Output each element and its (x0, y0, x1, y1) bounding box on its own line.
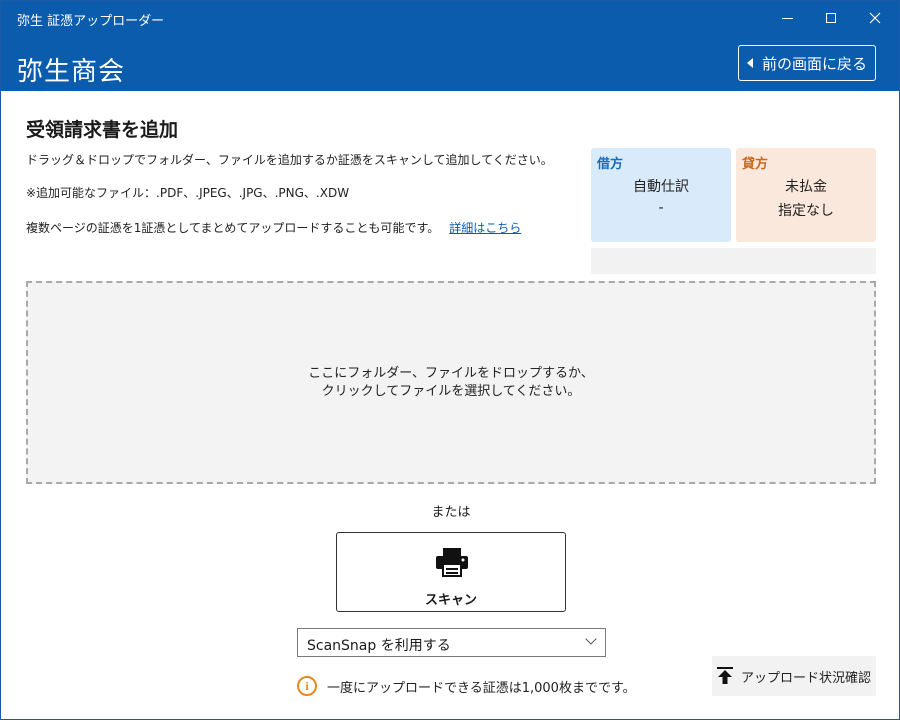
credit-subvalue: 指定なし (778, 203, 834, 219)
maximize-icon (826, 13, 836, 23)
description-line: ドラッグ＆ドロップでフォルダー、ファイルを追加するか証憑をスキャンして追加してく… (26, 153, 553, 167)
summary-strip (591, 248, 876, 274)
debit-label: 借方 (597, 157, 624, 172)
debit-subvalue: - (658, 200, 664, 216)
allowed-files-note: ※追加可能なファイル：.PDF、.JPEG、.JPG、.PNG、.XDW (26, 186, 350, 200)
credit-card: 貸方 未払金 指定なし (736, 148, 876, 242)
info-icon: i (297, 676, 317, 696)
header-bar: 弥生商会 前の画面に戻る (1, 35, 899, 91)
chevron-left-icon (746, 58, 753, 68)
credit-value: 未払金 (785, 179, 827, 195)
file-drop-zone[interactable]: ここにフォルダー、ファイルをドロップするか、 クリックしてファイルを選択してくだ… (26, 281, 876, 484)
scanner-select-value: ScanSnap を利用する (307, 638, 451, 654)
maximize-button[interactable] (809, 1, 853, 35)
minimize-button[interactable] (765, 1, 809, 35)
title-bar: 弥生 証憑アップローダー (1, 1, 899, 35)
upload-limit-notice: i 一度にアップロードできる証憑は1,000枚までです。 (297, 675, 636, 697)
debit-card: 借方 自動仕訳 - (591, 148, 731, 242)
company-name: 弥生商会 (17, 57, 126, 87)
multipage-note: 複数ページの証憑を1証憑としてまとめてアップロードすることも可能です。 詳細はこち… (26, 219, 521, 236)
close-icon (869, 12, 881, 24)
minimize-icon (781, 17, 793, 19)
back-button-label: 前の画面に戻る (761, 54, 867, 73)
close-button[interactable] (853, 1, 897, 35)
window-title: 弥生 証憑アップローダー (17, 14, 165, 29)
upload-limit-text: 一度にアップロードできる証憑は1,000枚までです。 (327, 680, 636, 696)
drop-zone-text-line2: クリックしてファイルを選択してください。 (321, 383, 581, 399)
multipage-note-text: 複数ページの証憑を1証憑としてまとめてアップロードすることも可能です。 (26, 221, 440, 235)
upload-status-label: アップロード状況確認 (740, 670, 871, 686)
chevron-down-icon (585, 633, 597, 645)
back-button[interactable]: 前の画面に戻る (738, 45, 876, 81)
debit-value: 自動仕訳 (633, 179, 689, 195)
details-link[interactable]: 詳細はこちら (449, 221, 521, 235)
upload-icon (716, 667, 733, 684)
upload-status-button[interactable]: アップロード状況確認 (712, 656, 876, 696)
scanner-select[interactable]: ScanSnap を利用する (297, 628, 606, 657)
app-window: 弥生 証憑アップローダー 弥生商会 前の画面に戻る 受領請求書を追加 ドラッグ＆… (0, 0, 900, 720)
page-title: 受領請求書を追加 (26, 119, 179, 141)
scan-button-label: スキャン (424, 593, 477, 608)
printer-icon (436, 548, 468, 577)
drop-zone-text-line1: ここにフォルダー、ファイルをドロップするか、 (308, 365, 594, 381)
credit-label: 貸方 (742, 157, 769, 172)
scan-button[interactable]: スキャン (336, 532, 566, 612)
or-separator: または (431, 505, 471, 520)
